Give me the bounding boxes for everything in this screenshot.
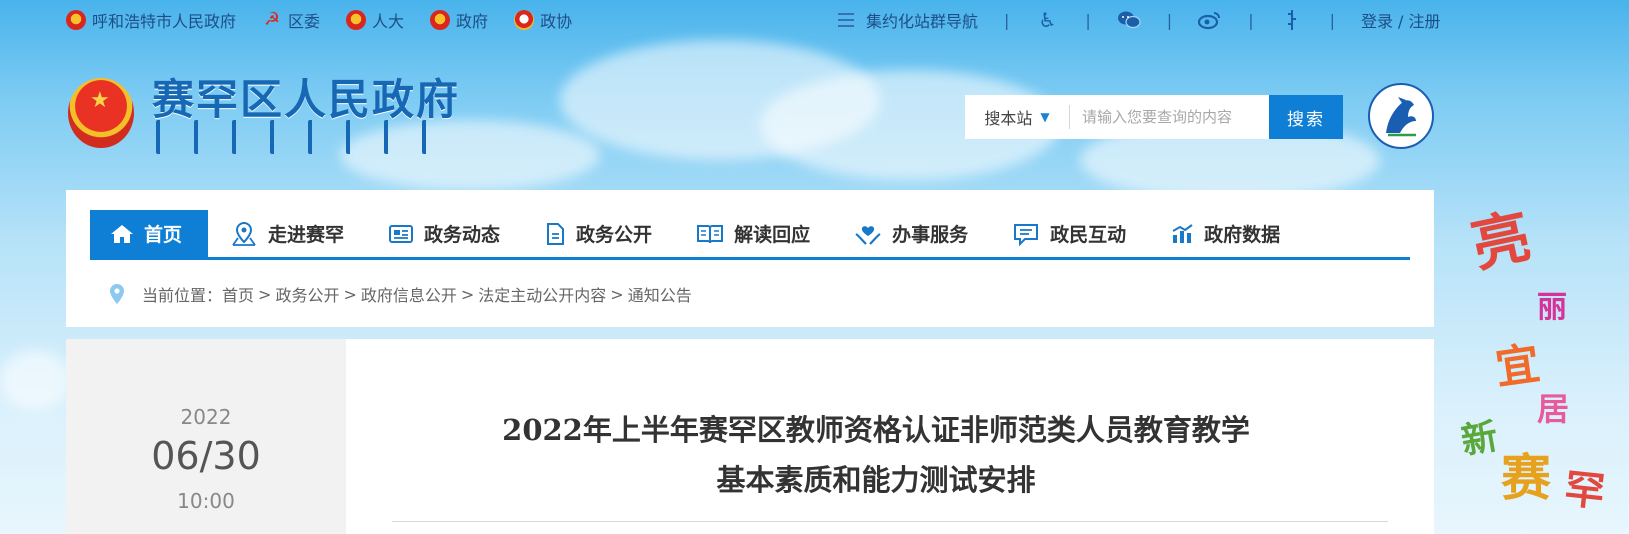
national-emblem-icon	[66, 10, 86, 30]
cloud-decoration	[0, 350, 70, 410]
breadcrumb-link[interactable]: 通知公告	[628, 282, 692, 306]
nav-item-data[interactable]: 政府数据	[1148, 210, 1302, 257]
nav-item-label: 办事服务	[892, 224, 969, 246]
top-tools: 集约化站群导航 | ♿ | | | | 登录 / 注册	[838, 8, 1441, 32]
nav-item-label: 政府数据	[1204, 224, 1281, 246]
slogan-char: 居	[1537, 390, 1570, 428]
mongolian-script-icon[interactable]	[1280, 9, 1304, 31]
nav-item-news[interactable]: 政务动态	[366, 210, 522, 257]
caret-down-icon: ▼	[1040, 110, 1050, 124]
article-title-line: 基本素质和能力测试安排	[716, 463, 1036, 497]
top-link-government[interactable]: 政府	[430, 8, 488, 32]
slogan-calligraphy: 亮 丽 宜 居 新 赛 罕	[1458, 190, 1629, 534]
article-panel: 2022 06/30 10:00 2022年上半年赛罕区教师资格认证非师范类人员…	[66, 339, 1434, 534]
slogan-char: 宜	[1492, 338, 1543, 395]
nav-item-home[interactable]: 首页	[90, 210, 209, 257]
top-links: 呼和浩特市人民政府 ☭ 区委 人大 政府 政协	[66, 8, 598, 32]
divider: |	[1329, 10, 1335, 30]
site-title[interactable]: 赛罕区人民政府	[152, 66, 460, 127]
slogan-char: 罕	[1562, 465, 1607, 516]
search-input[interactable]	[1070, 95, 1269, 139]
wechat-icon[interactable]	[1117, 9, 1141, 31]
publish-time: 10:00	[177, 489, 235, 513]
chart-icon	[1172, 223, 1193, 243]
search-scope-select[interactable]: 搜本站 ▼	[965, 95, 1069, 139]
slogan-char: 丽	[1537, 290, 1567, 325]
top-link-label: 呼和浩特市人民政府	[92, 12, 237, 31]
top-link-cppcc[interactable]: 政协	[514, 8, 572, 32]
top-link-hohhot[interactable]: 呼和浩特市人民政府	[66, 8, 236, 32]
breadcrumb-link[interactable]: 政务公开	[275, 282, 339, 306]
slogan-char: 赛	[1501, 448, 1551, 507]
national-emblem-icon	[430, 10, 451, 30]
slogan-char: 新	[1458, 415, 1501, 463]
nav-item-about[interactable]: 走进赛罕	[208, 210, 366, 257]
search-scope-label: 搜本站	[984, 109, 1033, 128]
document-icon	[547, 222, 565, 245]
top-link-label: 区委	[288, 12, 321, 31]
top-bar: 呼和浩特市人民政府 ☭ 区委 人大 政府 政协 集约化站群导航 | ♿ | |	[0, 0, 1629, 40]
service-hands-icon	[855, 225, 881, 245]
article-title-line: 2022年上半年赛罕区教师资格认证非师范类人员教育教学	[502, 413, 1250, 447]
accessibility-icon[interactable]: ♿	[1035, 8, 1059, 32]
top-link-npc[interactable]: 人大	[346, 8, 404, 32]
top-link-label: 政府	[456, 12, 489, 31]
breadcrumb-link[interactable]: 法定主动公开内容	[478, 282, 606, 306]
weibo-icon[interactable]	[1198, 9, 1222, 31]
publish-date-block: 2022 06/30 10:00	[66, 339, 346, 534]
mongolian-site-title	[156, 120, 436, 154]
search-button[interactable]: 搜索	[1269, 95, 1343, 139]
slogan-char: 亮	[1465, 201, 1537, 281]
breadcrumb-prefix: 当前位置：	[142, 286, 223, 305]
nav-item-services[interactable]: 办事服务	[832, 210, 990, 257]
nav-item-label: 政务动态	[424, 224, 501, 246]
nav-item-label: 解读回应	[734, 224, 811, 246]
breadcrumb-link[interactable]: 首页	[222, 282, 254, 306]
article-title: 2022年上半年赛罕区教师资格认证非师范类人员教育教学 基本素质和能力测试安排	[396, 405, 1356, 505]
top-link-label: 人大	[372, 12, 405, 31]
top-link-label: 政协	[540, 12, 573, 31]
breadcrumb-link[interactable]: 政府信息公开	[361, 282, 457, 306]
news-icon	[389, 224, 414, 243]
book-icon	[697, 224, 724, 243]
breadcrumb-separator: >	[343, 284, 357, 304]
nav-item-label: 首页	[144, 224, 183, 246]
map-pin-icon	[232, 221, 256, 246]
publish-month-day: 06/30	[151, 434, 261, 478]
chat-icon	[1014, 223, 1039, 246]
divider: |	[1085, 10, 1091, 30]
national-emblem-icon	[346, 10, 367, 30]
publish-year: 2022	[180, 405, 232, 429]
breadcrumb-separator: >	[610, 284, 624, 304]
navigation-panel: 首页 走进赛罕 政务动态 政务公开 解读回应 办事服务 政民互动 政府数据 当前…	[66, 190, 1434, 327]
home-icon	[111, 224, 133, 243]
divider: |	[1004, 10, 1010, 30]
menu-list-icon	[838, 13, 854, 27]
title-divider	[392, 521, 1388, 522]
nav-item-label: 政务公开	[576, 224, 653, 246]
top-link-party[interactable]: ☭ 区委	[262, 8, 320, 32]
nav-item-label: 政民互动	[1050, 224, 1127, 246]
nav-item-interpretation[interactable]: 解读回应	[674, 210, 832, 257]
main-nav: 首页 走进赛罕 政务动态 政务公开 解读回应 办事服务 政民互动 政府数据	[90, 210, 1410, 260]
party-emblem-icon: ☭	[263, 9, 281, 30]
site-group-nav[interactable]: 集约化站群导航	[866, 8, 978, 32]
nav-item-label: 走进赛罕	[268, 224, 345, 246]
nav-item-public-affairs[interactable]: 政务公开	[522, 210, 674, 257]
breadcrumb: 当前位置： 首页 > 政务公开 > 政府信息公开 > 法定主动公开内容 > 通知…	[108, 282, 692, 306]
cppcc-emblem-icon	[514, 10, 535, 30]
nav-item-interaction[interactable]: 政民互动	[990, 210, 1148, 257]
breadcrumb-separator: >	[460, 284, 475, 304]
divider: |	[1248, 10, 1254, 30]
divider: |	[1166, 10, 1173, 30]
login-register-link[interactable]: 登录 / 注册	[1361, 8, 1441, 32]
national-emblem-logo	[68, 78, 134, 148]
location-pin-icon	[110, 284, 124, 304]
search-bar: 搜本站 ▼ 搜索	[965, 95, 1343, 139]
district-horse-logo	[1368, 83, 1434, 149]
breadcrumb-separator: >	[258, 284, 272, 304]
